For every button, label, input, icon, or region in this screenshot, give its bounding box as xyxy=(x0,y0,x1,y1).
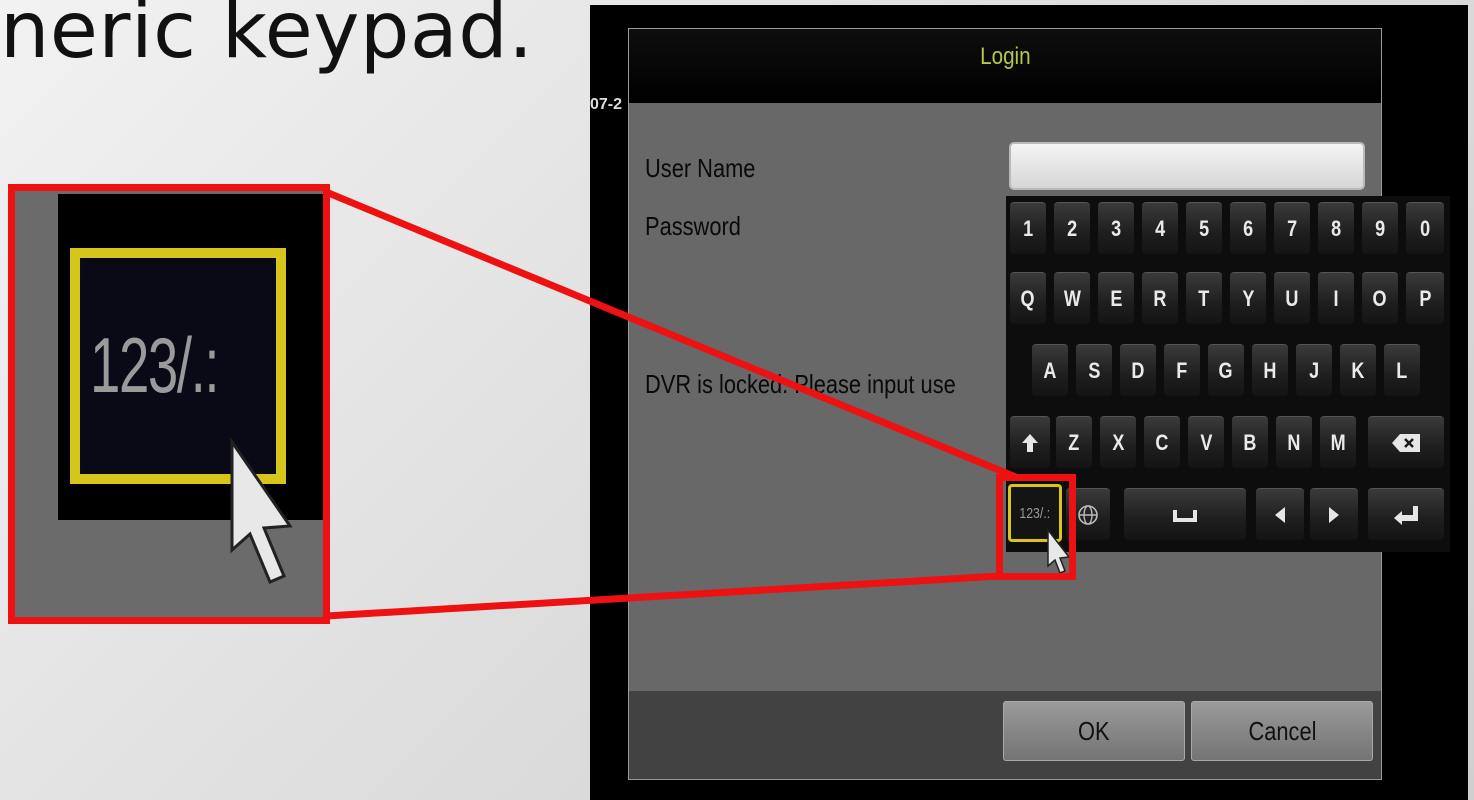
key-c[interactable]: C xyxy=(1144,416,1180,468)
key-e[interactable]: E xyxy=(1098,272,1134,324)
symbols-key-callout-frame xyxy=(996,474,1076,580)
dialog-titlebar: Login xyxy=(629,29,1381,103)
password-label: Password xyxy=(645,211,741,241)
shift-arrow-icon xyxy=(1022,433,1038,452)
slide-heading: neric keypad. xyxy=(0,0,534,76)
ok-button[interactable]: OK xyxy=(1003,701,1185,761)
key-1[interactable]: 1 xyxy=(1010,202,1046,254)
key-k[interactable]: K xyxy=(1340,344,1376,396)
arrow-left-key[interactable] xyxy=(1256,488,1304,540)
arrow-left-icon xyxy=(1275,506,1285,523)
dialog-title: Login xyxy=(979,43,1031,70)
key-x[interactable]: X xyxy=(1100,416,1136,468)
globe-icon xyxy=(1078,504,1098,525)
key-w[interactable]: W xyxy=(1054,272,1090,324)
key-q[interactable]: Q xyxy=(1010,272,1046,324)
key-5[interactable]: 5 xyxy=(1186,202,1222,254)
zoom-callout-frame xyxy=(8,184,330,624)
username-input[interactable] xyxy=(1009,142,1365,190)
key-6[interactable]: 6 xyxy=(1230,202,1266,254)
key-j[interactable]: J xyxy=(1296,344,1332,396)
dvr-date: 07-2 xyxy=(590,96,623,113)
key-y[interactable]: Y xyxy=(1230,272,1266,324)
key-b[interactable]: B xyxy=(1232,416,1268,468)
key-0[interactable]: 0 xyxy=(1406,202,1444,254)
username-label: User Name xyxy=(645,153,756,183)
key-n[interactable]: N xyxy=(1276,416,1312,468)
key-8[interactable]: 8 xyxy=(1318,202,1354,254)
key-p[interactable]: P xyxy=(1406,272,1444,324)
enter-key[interactable] xyxy=(1368,488,1444,540)
key-o[interactable]: O xyxy=(1362,272,1398,324)
key-r[interactable]: R xyxy=(1142,272,1178,324)
key-u[interactable]: U xyxy=(1274,272,1310,324)
key-h[interactable]: H xyxy=(1252,344,1288,396)
key-s[interactable]: S xyxy=(1076,344,1112,396)
dialog-footer: OK Cancel xyxy=(629,691,1381,779)
key-i[interactable]: I xyxy=(1318,272,1354,324)
space-key[interactable] xyxy=(1124,488,1246,540)
shift-key[interactable] xyxy=(1010,416,1050,468)
key-a[interactable]: A xyxy=(1032,344,1068,396)
key-d[interactable]: D xyxy=(1120,344,1156,396)
space-bar-icon xyxy=(1173,509,1197,522)
key-9[interactable]: 9 xyxy=(1362,202,1398,254)
key-4[interactable]: 4 xyxy=(1142,202,1178,254)
arrow-right-key[interactable] xyxy=(1310,488,1358,540)
key-m[interactable]: M xyxy=(1320,416,1356,468)
arrow-right-icon xyxy=(1329,506,1339,523)
key-z[interactable]: Z xyxy=(1056,416,1092,468)
key-f[interactable]: F xyxy=(1164,344,1200,396)
key-2[interactable]: 2 xyxy=(1054,202,1090,254)
backspace-icon xyxy=(1392,433,1420,452)
key-g[interactable]: G xyxy=(1208,344,1244,396)
key-3[interactable]: 3 xyxy=(1098,202,1134,254)
enter-icon xyxy=(1394,505,1418,525)
cancel-button[interactable]: Cancel xyxy=(1191,701,1373,761)
key-t[interactable]: T xyxy=(1186,272,1222,324)
key-v[interactable]: V xyxy=(1188,416,1224,468)
lock-message: DVR is locked. Please input use xyxy=(645,369,956,399)
backspace-key[interactable] xyxy=(1368,416,1444,468)
key-7[interactable]: 7 xyxy=(1274,202,1310,254)
key-l[interactable]: L xyxy=(1384,344,1420,396)
